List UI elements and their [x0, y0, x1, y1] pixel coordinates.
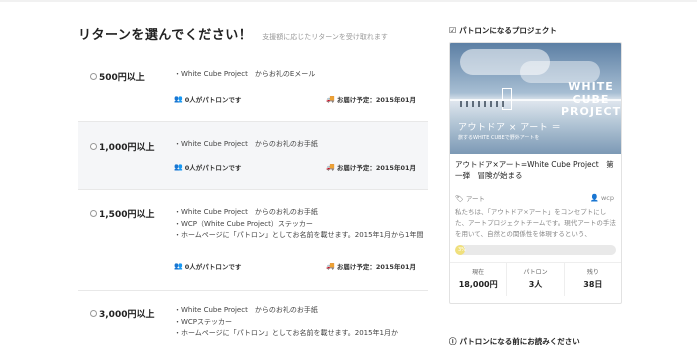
- project-meta: 🏷 アート 👤 wcp: [450, 192, 621, 203]
- top-divider: [0, 0, 697, 2]
- reward-price[interactable]: 500円以上: [90, 70, 145, 83]
- user-icon: 👤: [590, 193, 599, 202]
- sidebar-heading: ☑ パトロンになるプロジェクト: [449, 24, 622, 36]
- delivery-date: 🚚 お届け予定：2015年01月: [326, 162, 416, 172]
- reward-price-label: 1,500円以上: [99, 210, 155, 220]
- reward-section-header: リターンを選んでください！ 支援額に応じたリターンを受け取れます: [78, 24, 428, 46]
- reward-price-label: 1,000円以上: [99, 143, 155, 153]
- backers-label: 0人がパトロンです: [184, 263, 242, 271]
- reward-meta: 👥 0人がパトロンです 🚚 お届け予定：2015年01月: [174, 162, 416, 172]
- backers-count: 👥 0人がパトロンです: [174, 162, 241, 172]
- radio-button[interactable]: [90, 73, 97, 80]
- delivery-date: 🚚 お届け予定：2015年01月: [326, 261, 416, 271]
- reward-line: ・ホームページに「パトロン」としてお名前を載せます。2015年1月から1年間: [174, 231, 424, 239]
- reward-description: ・White Cube Project からのお礼のお手紙 ・WCPステッカー …: [174, 305, 424, 340]
- stat-current: 現在 18,000円: [450, 263, 508, 296]
- truck-icon: 🚚: [326, 95, 335, 103]
- hero-figures: [460, 101, 508, 107]
- reward-item[interactable]: 1,000円以上 ・White Cube Project からのお礼のお手紙 👥…: [78, 122, 428, 190]
- reward-description: ・White Cube Project からのお礼のお手紙: [174, 139, 424, 151]
- backers-count: 👥 0人がパトロンです: [174, 94, 241, 104]
- notice-heading[interactable]: ⓘ パトロンになる前にお読みください: [449, 336, 580, 345]
- checkbox-checked-icon: ☑: [449, 25, 457, 35]
- users-icon: 👥: [174, 163, 183, 171]
- reward-line: ・WCP（White Cube Project）ステッカー: [174, 219, 313, 228]
- reward-item[interactable]: 500円以上 ・White Cube Project からお礼のEメール 👥 0人…: [78, 48, 428, 122]
- notice-heading-label: パトロンになる前にお読みください: [459, 337, 580, 345]
- page-subtitle: 支援額に応じたリターンを受け取れます: [262, 33, 388, 41]
- category-label: アート: [465, 194, 486, 203]
- project-stats: 現在 18,000円 パトロン 3人 残り 38日: [450, 262, 621, 296]
- reward-line: ・White Cube Project からのお礼のお手紙: [174, 140, 318, 148]
- delivery-label: お届け予定：2015年01月: [336, 164, 416, 172]
- hero-caption: アウトドア × アート ＝: [458, 123, 562, 133]
- project-sidebar: ☑ パトロンになるプロジェクト アウトドア × アート ＝ 旅するWHITE C…: [449, 24, 622, 304]
- category[interactable]: 🏷 アート: [455, 193, 485, 203]
- project-title-link[interactable]: アウトドア×アート=White Cube Project 第一弾 冒険が始まる: [450, 154, 621, 192]
- reward-price-label: 500円以上: [99, 73, 145, 83]
- tag-icon: 🏷: [455, 194, 464, 203]
- hero-tagline: 旅するWHITE CUBEで野外アートを: [458, 135, 540, 141]
- reward-line: ・White Cube Project からお礼のEメール: [174, 70, 316, 78]
- stat-patrons: パトロン 3人: [507, 263, 565, 296]
- stat-value: 38日: [583, 280, 603, 289]
- reward-line: ・WCPステッカー: [174, 317, 233, 326]
- users-icon: 👥: [174, 95, 183, 103]
- reward-description: ・White Cube Project からのお礼のお手紙 ・WCP（White…: [174, 207, 424, 242]
- info-circle-icon: ⓘ: [449, 337, 457, 345]
- reward-item[interactable]: 3,000円以上 ・White Cube Project からのお礼のお手紙 ・…: [78, 291, 428, 345]
- truck-icon: 🚚: [326, 163, 335, 171]
- truck-icon: 🚚: [326, 262, 335, 270]
- reward-meta: 👥 0人がパトロンです 🚚 お届け予定：2015年01月: [174, 94, 416, 104]
- stat-label: 残り: [586, 269, 599, 276]
- radio-button[interactable]: [90, 210, 97, 217]
- backers-label: 0人がパトロンです: [184, 164, 242, 172]
- project-description: 私たちは、「アウトドア×アート」をコンセプトにした、アートプロジェクトチームです…: [455, 208, 616, 238]
- backers-count: 👥 0人がパトロンです: [174, 261, 241, 271]
- reward-list: 500円以上 ・White Cube Project からお礼のEメール 👥 0人…: [78, 48, 428, 345]
- reward-price[interactable]: 3,000円以上: [90, 307, 154, 320]
- funding-progress-bar: 3%: [455, 245, 616, 255]
- reward-line: ・ホームページに「パトロン」としてお名前を載せます。2015年1月か: [174, 329, 399, 337]
- reward-price[interactable]: 1,000円以上: [90, 140, 154, 153]
- owner[interactable]: 👤 wcp: [590, 194, 614, 202]
- reward-description: ・White Cube Project からお礼のEメール: [174, 69, 424, 81]
- owner-label: wcp: [600, 193, 614, 202]
- stat-remaining: 残り 38日: [565, 263, 621, 296]
- radio-button[interactable]: [90, 143, 97, 150]
- project-hero-image[interactable]: アウトドア × アート ＝ 旅するWHITE CUBEで野外アートを WHITE…: [450, 43, 621, 154]
- backers-label: 0人がパトロンです: [184, 96, 242, 104]
- hero-logo-text: WHITE CUBE PROJECT: [561, 80, 621, 118]
- page-title: リターンを選んでください！: [78, 28, 253, 43]
- delivery-label: お届け予定：2015年01月: [336, 96, 416, 104]
- reward-line: ・White Cube Project からのお礼のお手紙: [174, 306, 318, 314]
- reward-price-label: 3,000円以上: [99, 310, 155, 320]
- reward-meta: 👥 0人がパトロンです 🚚 お届け予定：2015年01月: [174, 261, 416, 271]
- delivery-label: お届け予定：2015年01月: [336, 263, 416, 271]
- radio-button[interactable]: [90, 310, 97, 317]
- progress-label: 3%: [458, 247, 466, 253]
- reward-price[interactable]: 1,500円以上: [90, 207, 154, 220]
- stat-label: パトロン: [523, 269, 548, 276]
- sidebar-heading-label: パトロンになるプロジェクト: [459, 25, 557, 35]
- project-card[interactable]: アウトドア × アート ＝ 旅するWHITE CUBEで野外アートを WHITE…: [449, 42, 622, 304]
- reward-item[interactable]: 1,500円以上 ・White Cube Project からのお礼のお手紙 ・…: [78, 190, 428, 291]
- reward-line: ・White Cube Project からのお礼のお手紙: [174, 208, 318, 216]
- delivery-date: 🚚 お届け予定：2015年01月: [326, 94, 416, 104]
- users-icon: 👥: [174, 262, 183, 270]
- progress-fill: 3%: [455, 245, 466, 255]
- stat-value: 18,000円: [458, 280, 498, 289]
- stat-label: 現在: [472, 269, 485, 276]
- stat-value: 3人: [528, 280, 543, 289]
